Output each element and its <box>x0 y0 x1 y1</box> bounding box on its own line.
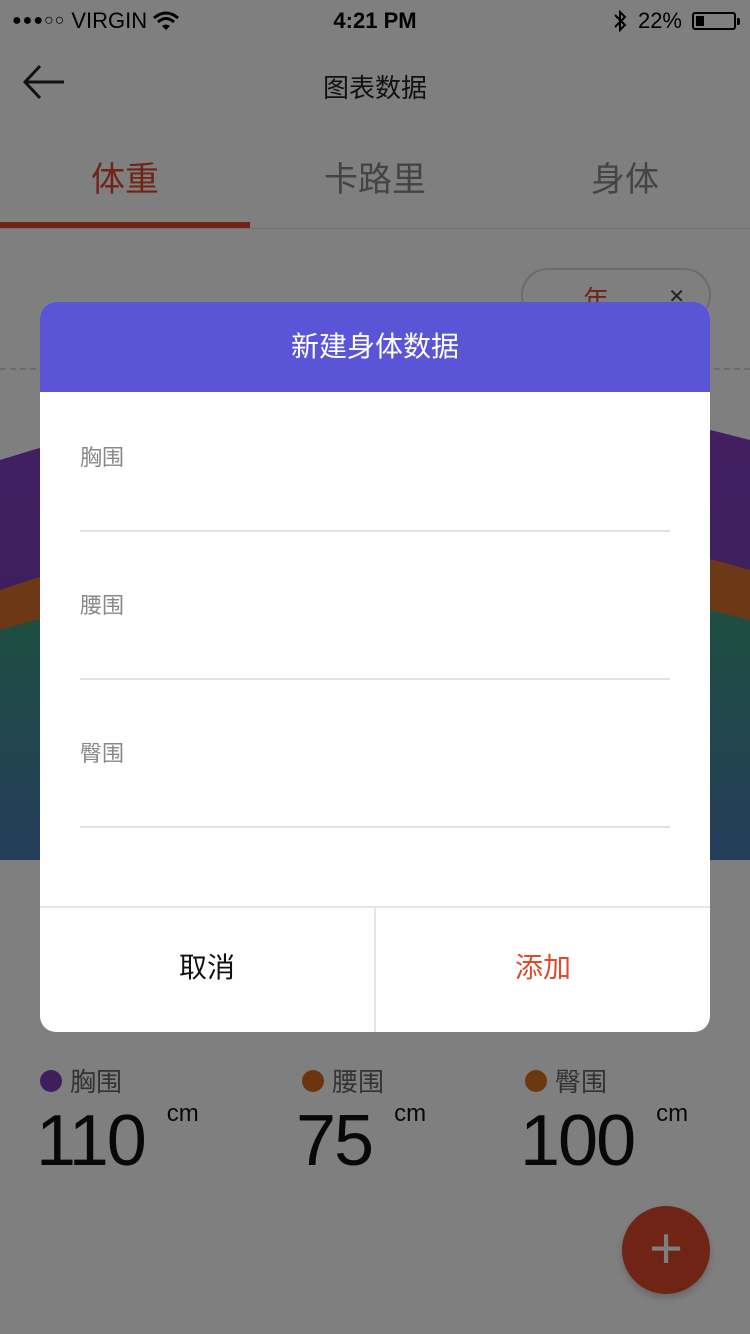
dialog-title: 新建身体数据 <box>40 302 710 392</box>
cancel-button[interactable]: 取消 <box>40 908 374 1032</box>
hip-field: 臀围 <box>80 688 674 836</box>
waist-field: 腰围 <box>80 540 674 688</box>
waist-field-label: 腰围 <box>80 594 125 619</box>
waist-field-underline <box>80 678 670 680</box>
hip-field-underline <box>80 826 670 828</box>
chest-field-underline <box>80 530 670 532</box>
dialog-footer: 取消 添加 <box>40 906 710 1032</box>
chest-field: 胸围 <box>80 392 674 540</box>
chest-input[interactable] <box>80 488 674 530</box>
add-button[interactable]: 添加 <box>376 908 710 1032</box>
hip-field-label: 臀围 <box>80 742 125 767</box>
hip-input[interactable] <box>80 784 674 826</box>
waist-input[interactable] <box>80 636 674 678</box>
chest-field-label: 胸围 <box>80 446 125 471</box>
new-body-data-dialog: 新建身体数据 胸围 腰围 臀围 取消 添加 <box>40 302 710 1032</box>
